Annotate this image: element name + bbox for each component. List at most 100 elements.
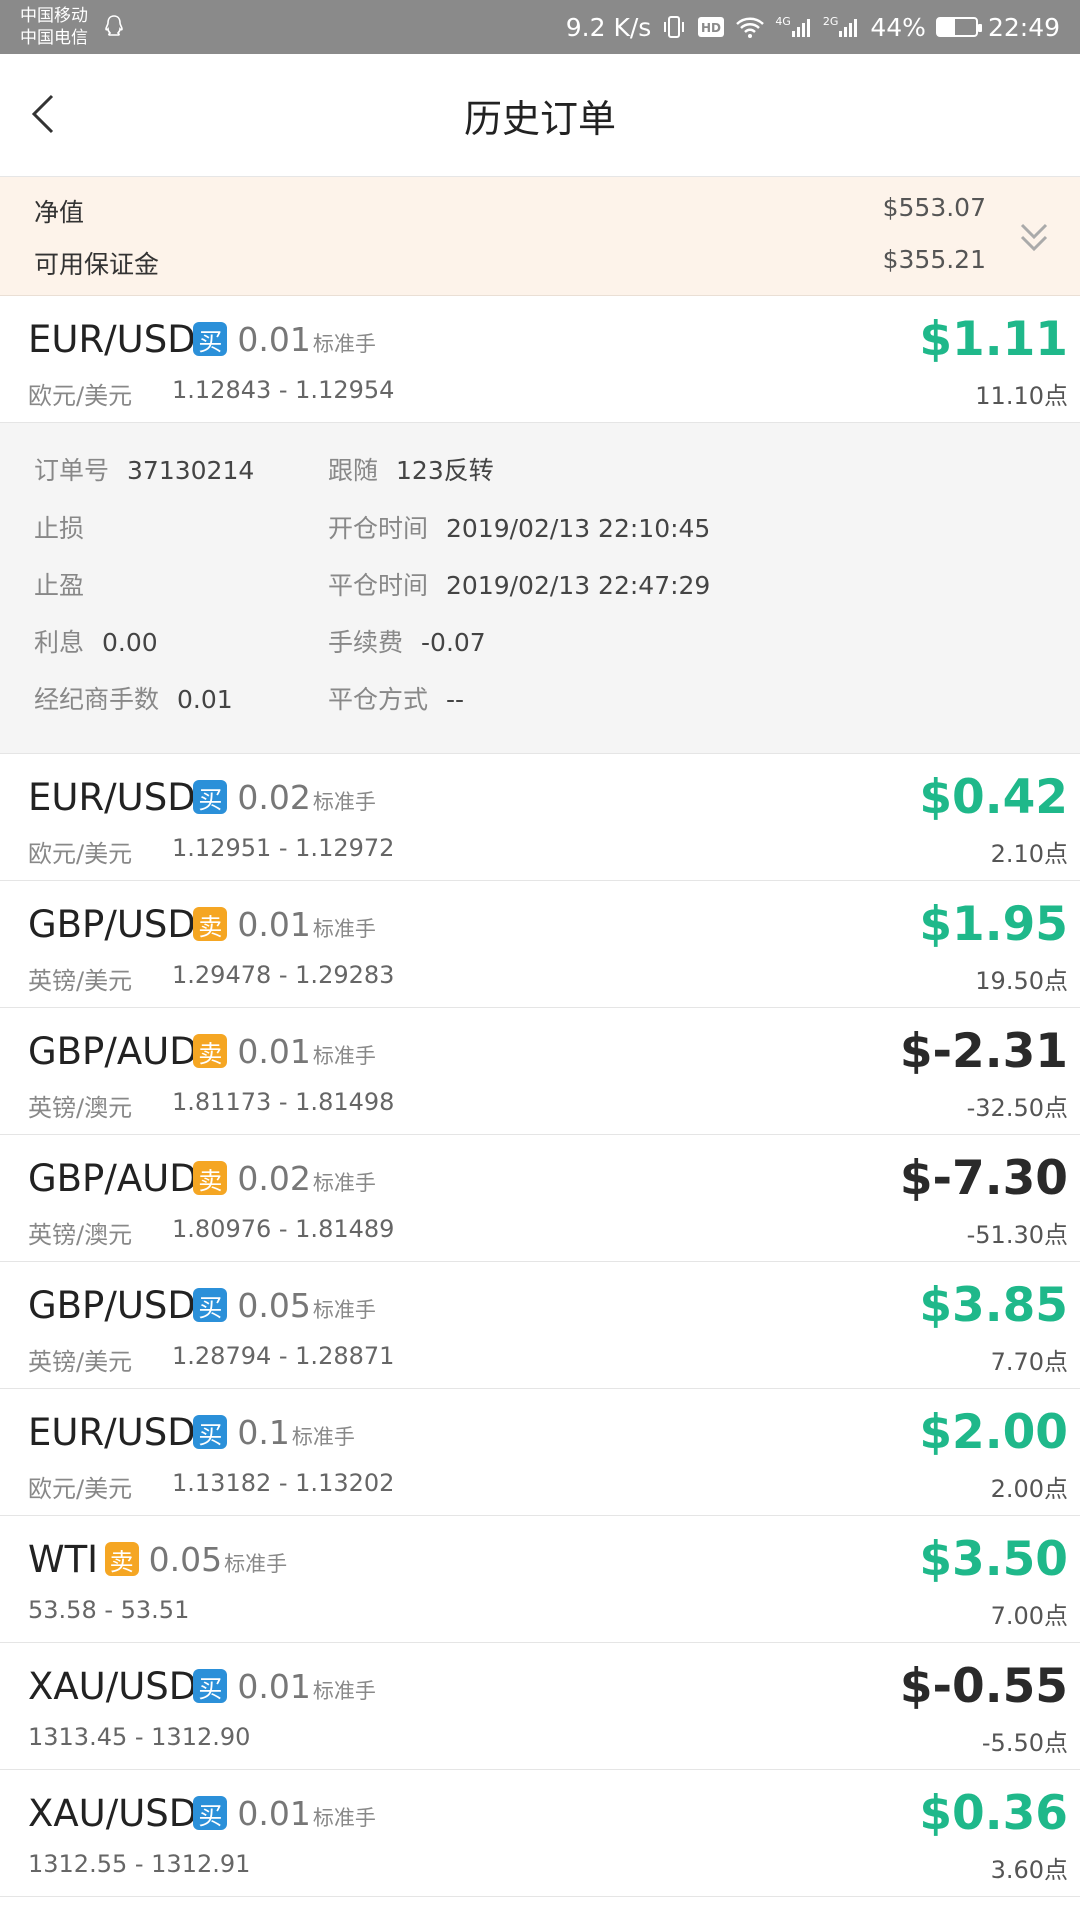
detail-close-method: 平仓方式 --: [328, 680, 464, 716]
order-profit: $-2.31: [899, 1024, 1068, 1079]
detail-open-time: 开仓时间 2019/02/13 22:10:45: [328, 509, 710, 545]
sell-badge: 卖: [104, 1542, 139, 1576]
order-price-range: 1.12843 - 1.12954: [172, 376, 395, 404]
order-price-range: 1.12951 - 1.12972: [172, 834, 395, 862]
order-points: -32.50点: [966, 1094, 1068, 1122]
signal-icon: [791, 19, 810, 37]
order-lot-value: 0.02: [237, 778, 311, 817]
order-lot-unit: 标准手: [312, 917, 376, 941]
status-left: 中国移动 中国电信: [20, 5, 126, 49]
order-lot: 0.01标准手: [237, 1794, 375, 1833]
order-price-range: 1.80976 - 1.81489: [172, 1215, 395, 1243]
battery-icon: [935, 17, 982, 37]
order-price-range: 1.13182 - 1.13202: [172, 1469, 395, 1497]
order-symbol: EUR/USD: [28, 318, 196, 361]
order-profit: $-0.55: [899, 1659, 1068, 1714]
order-row[interactable]: EUR/USD 买 0.1标准手 欧元/美元 1.13182 - 1.13202 $2.0…: [0, 1389, 1080, 1516]
order-points: 19.50点: [975, 967, 1068, 995]
order-lot: 0.05标准手: [149, 1540, 287, 1579]
buy-badge: 买: [193, 780, 228, 814]
order-lot-unit: 标准手: [312, 1806, 376, 1830]
order-points: 2.10点: [990, 840, 1068, 868]
order-price-range: 53.58 - 53.51: [28, 1596, 190, 1624]
margin-value: $355.21: [882, 245, 986, 274]
order-symbol: EUR/USD: [28, 1411, 196, 1454]
clock: 22:49: [987, 12, 1060, 42]
signal-1: 4G: [775, 16, 813, 38]
order-price-range: 1312.55 - 1312.91: [28, 1850, 251, 1878]
buy-badge: 买: [193, 1288, 228, 1322]
chevron-double-down-icon[interactable]: [1018, 217, 1050, 257]
order-points: -51.30点: [966, 1221, 1068, 1249]
order-instrument-name: 欧元/美元: [28, 1475, 133, 1503]
hd-icon: HD: [698, 17, 725, 37]
detail-broker-lots-value: 0.01: [177, 685, 233, 714]
buy-badge: 买: [193, 1669, 228, 1703]
back-arrow-icon: [31, 94, 54, 134]
order-profit: $-7.30: [899, 1151, 1068, 1206]
order-lot-value: 0.05: [237, 1286, 311, 1325]
margin-row: 可用保证金 $355.21: [34, 245, 986, 281]
order-lot-value: 0.01: [237, 320, 311, 359]
order-lot-value: 0.01: [237, 1667, 311, 1706]
order-lot: 0.05标准手: [237, 1286, 375, 1325]
detail-interest-value: 0.00: [102, 628, 158, 657]
order-row[interactable]: EUR/USD 买 0.02标准手 欧元/美元 1.12951 - 1.12972 $0.…: [0, 754, 1080, 881]
order-detail-panel: 订单号 37130214 跟随 123反转 止损 开仓时间 2019/02/13 22:10…: [0, 423, 1080, 754]
qq-icon: [105, 15, 123, 36]
vibrate-icon: [664, 16, 685, 38]
header: 历史订单: [0, 54, 1080, 177]
sell-badge: 卖: [193, 907, 228, 941]
order-symbol: XAU/USD: [28, 1792, 198, 1835]
detail-fee-label: 手续费: [328, 628, 404, 657]
order-points: 7.70点: [990, 1348, 1068, 1376]
page-title: 历史订单: [463, 96, 616, 141]
buy-badge: 买: [193, 322, 228, 356]
order-symbol: GBP/USD: [28, 1284, 196, 1327]
order-symbol: GBP/AUD: [28, 1030, 198, 1073]
order-lot: 0.01标准手: [237, 1667, 375, 1706]
margin-label: 可用保证金: [34, 250, 160, 279]
order-row[interactable]: GBP/USD 卖 0.01标准手 英镑/美元 1.29478 - 1.29283 $1.…: [0, 881, 1080, 1008]
order-lot-value: 0.01: [237, 905, 311, 944]
order-lot-unit: 标准手: [312, 790, 376, 814]
order-price-range: 1.28794 - 1.28871: [172, 1342, 395, 1370]
order-symbol: GBP/AUD: [28, 1157, 198, 1200]
back-button[interactable]: [18, 86, 68, 142]
order-symbol: XAU/USD: [28, 1665, 198, 1708]
detail-stop-loss: 止损: [34, 509, 102, 545]
account-summary[interactable]: 净值 $553.07 可用保证金 $355.21: [0, 177, 1080, 296]
detail-interest-label: 利息: [34, 628, 85, 657]
signal-2: 2G: [823, 16, 861, 38]
order-lot-unit: 标准手: [312, 1044, 376, 1068]
order-points: 7.00点: [990, 1602, 1068, 1630]
svg-text:HD: HD: [701, 21, 721, 35]
sell-badge: 卖: [193, 1161, 228, 1195]
order-row[interactable]: XAU/USD 买 0.01标准手 1313.45 - 1312.90 $-0.55 -5…: [0, 1643, 1080, 1770]
buy-badge: 买: [193, 1415, 228, 1449]
order-row[interactable]: GBP/USD 买 0.05标准手 英镑/美元 1.28794 - 1.28871 $3.…: [0, 1262, 1080, 1389]
detail-stop-loss-label: 止损: [34, 514, 85, 543]
detail-close-method-label: 平仓方式: [328, 685, 429, 714]
detail-take-profit: 止盈: [34, 566, 102, 602]
order-symbol: WTI: [28, 1538, 99, 1581]
order-lot-value: 0.01: [237, 1794, 311, 1833]
order-lot: 0.01标准手: [237, 905, 375, 944]
order-lot-value: 0.02: [237, 1159, 311, 1198]
wifi-icon: [736, 17, 765, 38]
order-row[interactable]: EUR/USD 买 0.01标准手 欧元/美元 1.12843 - 1.12954 $1.…: [0, 296, 1080, 423]
order-lot-value: 0.01: [237, 1032, 311, 1071]
order-row[interactable]: WTI 卖 0.05标准手 53.58 - 53.51 $3.50 7.00点: [0, 1516, 1080, 1643]
detail-take-profit-label: 止盈: [34, 571, 85, 600]
detail-broker-lots: 经纪商手数 0.01: [34, 680, 233, 716]
order-instrument-name: 英镑/澳元: [28, 1221, 133, 1249]
order-row[interactable]: GBP/AUD 卖 0.02标准手 英镑/澳元 1.80976 - 1.81489 $-7…: [0, 1135, 1080, 1262]
buy-badge: 买: [193, 1796, 228, 1830]
order-points: -5.50点: [981, 1729, 1068, 1757]
detail-order-number: 订单号 37130214: [34, 451, 254, 487]
order-row[interactable]: GBP/AUD 卖 0.01标准手 英镑/澳元 1.81173 - 1.81498 $-2…: [0, 1008, 1080, 1135]
net-value: $553.07: [882, 193, 986, 222]
order-row[interactable]: XAU/USD 买 0.01标准手 1312.55 - 1312.91 $0.36 3.6…: [0, 1770, 1080, 1897]
detail-fee: 手续费 -0.07: [328, 623, 486, 659]
signal-icon: [839, 19, 858, 37]
